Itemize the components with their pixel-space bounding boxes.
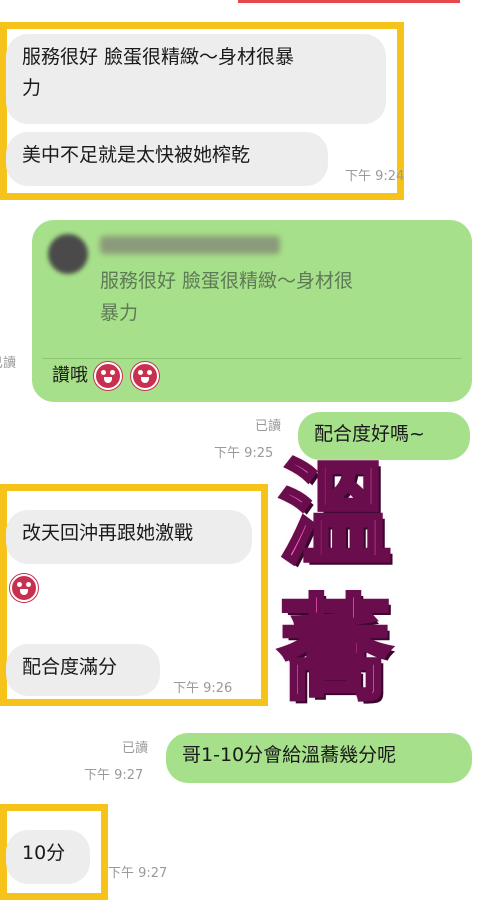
read-receipt: 已讀: [255, 419, 282, 434]
incoming-message-4[interactable]: 改天回沖再跟她激戰: [6, 510, 252, 564]
message-text: 改天回沖再跟她激戰: [22, 522, 194, 544]
quoted-message[interactable]: 服務很好 臉蛋很精緻～身材很 暴力: [42, 230, 462, 359]
incoming-message-7[interactable]: 10分: [6, 830, 90, 884]
incoming-message-5[interactable]: 配合度滿分: [6, 644, 160, 696]
outgoing-message-6[interactable]: 哥1-10分會給溫蕎幾分呢: [166, 733, 472, 783]
message-text: 美中不足就是太快被她榨乾: [22, 144, 251, 166]
top-red-line: [238, 0, 460, 3]
read-receipt-cropped: 已讀: [0, 356, 17, 371]
message-text: 10分: [22, 842, 66, 864]
timestamp: 下午 9:26: [173, 681, 233, 696]
quoted-text-line1: 服務很好 臉蛋很精緻～身材很: [100, 270, 354, 292]
reply-text-row: 讚哦: [52, 358, 160, 394]
heart-eyes-emoji-icon: [131, 362, 160, 390]
stamp-char-2: 蕎: [277, 585, 393, 715]
message-text: 配合度滿分: [22, 656, 118, 678]
stamp-char-1: 溫: [277, 450, 393, 580]
quoted-avatar: [48, 234, 88, 274]
timestamp: 下午 9:24: [345, 169, 405, 184]
heart-eyes-emoji-icon: [10, 574, 38, 602]
message-text-line1: 服務很好 臉蛋很精緻～身材很暴: [22, 46, 295, 68]
reply-text: 讚哦: [52, 365, 88, 386]
quoted-sender-name-blurred: [100, 236, 280, 254]
message-text-line2: 力: [22, 77, 42, 99]
incoming-message-1[interactable]: 服務很好 臉蛋很精緻～身材很暴 力: [6, 34, 386, 124]
timestamp: 下午 9:25: [214, 446, 274, 461]
message-text: 哥1-10分會給溫蕎幾分呢: [182, 744, 397, 766]
heart-eyes-emoji-icon: [93, 362, 122, 390]
read-receipt: 已讀: [122, 741, 149, 756]
timestamp: 下午 9:27: [108, 866, 168, 881]
outgoing-reply-message[interactable]: 服務很好 臉蛋很精緻～身材很 暴力 讚哦: [32, 220, 472, 402]
incoming-message-2[interactable]: 美中不足就是太快被她榨乾: [6, 132, 328, 186]
message-text: 配合度好嗎~: [314, 423, 425, 445]
timestamp: 下午 9:27: [84, 768, 144, 783]
quoted-text-line2: 暴力: [100, 302, 139, 324]
